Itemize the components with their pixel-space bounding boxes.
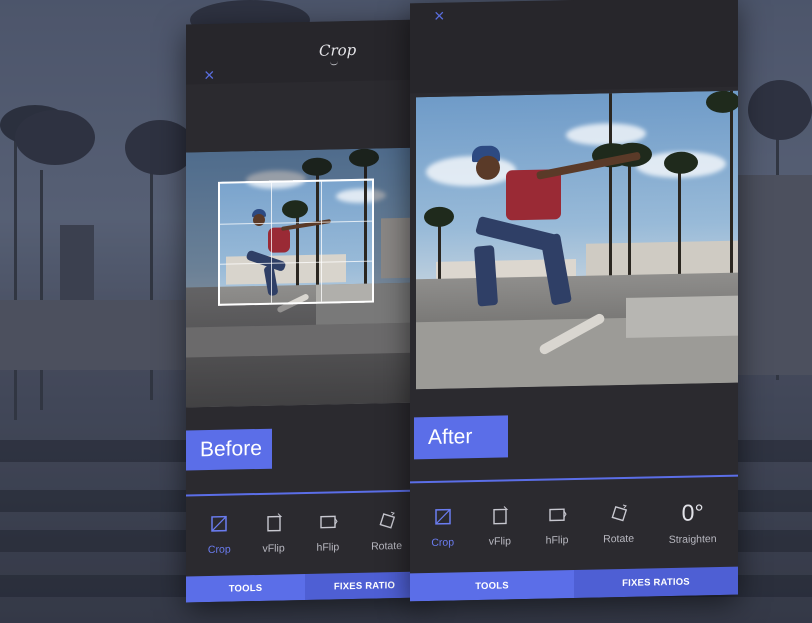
tab-tools[interactable]: TOOLS <box>186 574 305 603</box>
grid-line <box>220 220 372 225</box>
hflip-tool[interactable]: hFlip <box>545 504 569 548</box>
chevron-down-icon[interactable] <box>330 61 338 66</box>
photo-preview <box>416 90 738 390</box>
top-bar: × <box>410 0 738 94</box>
grid-line <box>270 182 272 303</box>
grid-line <box>321 181 323 302</box>
screen-title: Crop <box>319 40 357 60</box>
crop-icon <box>209 514 229 534</box>
hflip-icon <box>547 504 567 524</box>
crop-tool[interactable]: Crop <box>431 507 454 551</box>
tab-fixes-ratio[interactable]: FIXES RATIO <box>305 571 424 600</box>
photo-preview <box>186 147 424 408</box>
rotate-tool[interactable]: Rotate <box>371 510 402 553</box>
top-bar: × Crop <box>186 19 424 85</box>
skater-leg <box>540 233 572 306</box>
hflip-tool-label: hFlip <box>545 534 569 547</box>
close-icon[interactable]: × <box>434 6 445 26</box>
crop-grid[interactable] <box>218 178 374 306</box>
vflip-tool-label: vFlip <box>488 535 511 548</box>
straighten-tool-label: Straighten <box>668 533 717 547</box>
vflip-tool-label: vFlip <box>262 542 285 555</box>
rotate-icon <box>377 510 397 530</box>
divider <box>186 489 424 496</box>
straighten-tool[interactable]: 0° Straighten <box>668 499 717 547</box>
tool-bar: Crop vFlip hFlip Rotate <box>186 510 424 557</box>
before-label: Before <box>186 428 272 471</box>
crop-tool-label: Crop <box>431 536 455 549</box>
skate-ledge <box>186 322 424 358</box>
before-panel: × Crop Before Crop vFlip hFlip Rotate TO… <box>186 19 424 603</box>
crop-tool[interactable]: Crop <box>208 514 231 556</box>
hflip-tool[interactable]: hFlip <box>316 511 340 554</box>
grid-line <box>220 260 372 265</box>
after-label: After <box>414 415 508 460</box>
skateboard <box>537 312 607 356</box>
vflip-tool[interactable]: vFlip <box>262 512 285 555</box>
skater-torso <box>506 169 561 221</box>
bottom-tabs: TOOLS FIXES RATIO <box>186 571 424 603</box>
skater-leg <box>473 245 499 307</box>
straighten-value: 0° <box>681 499 704 526</box>
divider <box>410 474 738 483</box>
tab-fixes-ratios[interactable]: FIXES RATIOS <box>574 566 738 598</box>
tool-bar: Crop vFlip hFlip Rotate 0° Straighten <box>410 499 738 552</box>
skater-arm <box>536 151 641 180</box>
vflip-tool[interactable]: vFlip <box>489 505 511 549</box>
rotate-icon <box>609 503 629 523</box>
crop-icon <box>433 507 453 527</box>
tab-tools[interactable]: TOOLS <box>410 570 574 602</box>
palm-leaves <box>706 90 738 114</box>
close-icon[interactable]: × <box>204 65 215 85</box>
rotate-tool-label: Rotate <box>603 532 635 546</box>
rotate-tool-label: Rotate <box>371 539 403 553</box>
after-panel: × After Crop vFlip hFlip Rotate 0° Strai… <box>410 0 738 602</box>
hflip-tool-label: hFlip <box>316 541 340 554</box>
rotate-tool[interactable]: Rotate <box>603 503 634 548</box>
crop-tool-label: Crop <box>207 543 231 557</box>
hflip-icon <box>318 511 338 531</box>
skater <box>466 132 686 357</box>
palm-tree <box>730 90 733 291</box>
vflip-icon <box>264 512 284 532</box>
vflip-icon <box>490 505 510 525</box>
skater-head <box>476 155 500 181</box>
